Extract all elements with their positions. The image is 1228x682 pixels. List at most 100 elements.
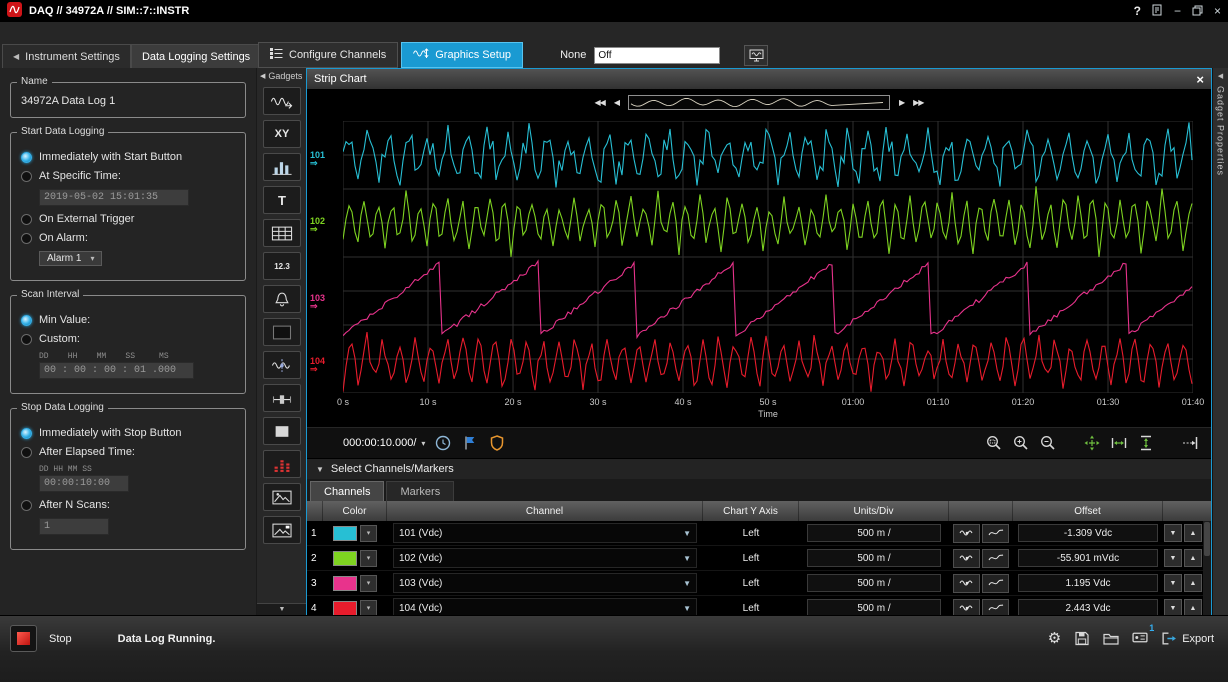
help-icon[interactable]: ? [1134,5,1141,17]
offset-down-button[interactable]: ▼ [1164,574,1182,592]
gadget-histogram-button[interactable] [263,153,301,181]
export-button[interactable]: Export [1161,631,1214,646]
table-scrollbar[interactable] [1203,521,1211,621]
step-forward-button[interactable]: ▶ [899,98,904,107]
offset-up-button[interactable]: ▲ [1184,574,1202,592]
strip-chart-header[interactable]: Strip Chart × [307,69,1211,89]
zoom-out-icon[interactable] [1039,434,1057,452]
color-swatch[interactable] [333,576,357,591]
strip-chart-canvas[interactable] [343,121,1193,393]
interpolation-button[interactable] [982,524,1009,543]
line-markers-button[interactable] [953,524,980,543]
units-per-div-input[interactable]: 500 m / [807,574,941,592]
zoom-region-icon[interactable] [985,434,1003,452]
gadget-xy-chart-button[interactable]: XY [263,120,301,148]
gadget-indicator-button[interactable] [263,417,301,445]
radio-button[interactable] [21,152,32,163]
offset-input[interactable]: -1.309 Vdc [1018,524,1158,542]
channel-select[interactable]: 103 (Vdc)▼ [393,573,697,593]
start-time-input[interactable] [39,189,189,206]
radio-button[interactable] [21,214,32,225]
color-dropdown-button[interactable]: ▾ [360,525,377,542]
marker-flag-icon[interactable] [461,434,479,452]
color-dropdown-button[interactable]: ▾ [360,600,377,617]
color-swatch[interactable] [333,551,357,566]
interpolation-button[interactable] [982,574,1009,593]
gadget-strip-chart-button[interactable] [263,87,301,115]
line-markers-button[interactable] [953,549,980,568]
offset-up-button[interactable]: ▲ [1184,524,1202,542]
history-preview-slider[interactable] [628,95,890,110]
configure-channels-button[interactable]: Configure Channels [258,42,398,68]
alarm-select[interactable]: Alarm 1 ▾ [39,251,102,266]
offset-input[interactable]: 1.195 Vdc [1018,574,1158,592]
limits-shield-icon[interactable] [488,434,506,452]
channel-select[interactable]: 101 (Vdc)▼ [393,523,697,543]
fast-forward-button[interactable]: ▶▶ [913,98,923,107]
tab-instrument-settings[interactable]: ◀ Instrument Settings [2,44,131,68]
monitor-value-input[interactable] [594,47,720,64]
tab-data-logging-settings[interactable]: Data Logging Settings [131,44,261,68]
channel-marker-103[interactable]: 103⇒ [310,294,325,310]
gadget-annotated-image-button[interactable] [263,516,301,544]
gadget-blank-panel-button[interactable] [263,318,301,346]
gadget-text-button[interactable]: T [263,186,301,214]
time-reference-icon[interactable] [434,434,452,452]
color-dropdown-button[interactable]: ▾ [360,550,377,567]
radio-start-immediately[interactable]: Immediately with Start Button [21,151,235,163]
offset-down-button[interactable]: ▼ [1164,524,1182,542]
strip-chart-plot-area[interactable]: 101⇒102⇒103⇒104⇒ 0 s10 s20 s30 s40 s50 s… [307,115,1211,427]
close-gadget-icon[interactable]: × [1196,72,1204,87]
scrollbar-thumb[interactable] [1204,522,1210,556]
elapsed-time-input[interactable] [39,475,129,492]
autoscale-icon[interactable] [1083,434,1101,452]
gadget-waveform-marker-button[interactable] [263,351,301,379]
stop-button[interactable] [10,625,37,652]
zoom-in-icon[interactable] [1012,434,1030,452]
tab-markers[interactable]: Markers [386,481,454,501]
channel-select[interactable]: 102 (Vdc)▼ [393,548,697,568]
radio-button[interactable] [21,428,32,439]
n-scans-input[interactable] [39,518,109,535]
step-back-button[interactable]: ◀ [614,98,619,107]
radio-scan-custom[interactable]: Custom: [21,333,235,345]
channel-marker-102[interactable]: 102⇒ [310,217,325,233]
radio-start-at-time[interactable]: At Specific Time: [21,170,235,182]
radio-stop-immediately[interactable]: Immediately with Stop Button [21,427,235,439]
channel-marker-104[interactable]: 104⇒ [310,357,325,373]
radio-button[interactable] [21,500,32,511]
radio-start-external-trigger[interactable]: On External Trigger [21,213,235,225]
units-per-div-input[interactable]: 500 m / [807,549,941,567]
offset-up-button[interactable]: ▲ [1184,549,1202,567]
save-icon[interactable] [1074,631,1090,646]
timebase-selector[interactable]: 000:00:10.000/ ▾ [343,437,425,449]
gadget-alarm-button[interactable] [263,285,301,313]
gadgets-header[interactable]: ◀ Gadgets [257,68,307,82]
restore-icon[interactable] [1192,5,1203,18]
gadget-properties-strip[interactable]: ◀ Gadget Properties [1212,68,1228,616]
radio-button[interactable] [21,171,32,182]
offset-down-button[interactable]: ▼ [1164,549,1182,567]
radio-button[interactable] [21,447,32,458]
gadget-table-button[interactable] [263,219,301,247]
gadget-image-button[interactable] [263,483,301,511]
scan-interval-input[interactable] [39,362,194,379]
close-icon[interactable]: × [1214,5,1221,17]
report-icon[interactable] [1152,4,1163,18]
channel-marker-101[interactable]: 101⇒ [310,151,325,167]
offset-input[interactable]: -55.901 mVdc [1018,549,1158,567]
instrument-status-icon[interactable]: 1 [1132,630,1148,648]
fit-vertical-icon[interactable] [1137,434,1155,452]
measure-cursor-icon[interactable] [1181,434,1199,452]
color-swatch[interactable] [333,601,357,616]
radio-button[interactable] [21,334,32,345]
open-folder-icon[interactable] [1103,631,1119,646]
color-dropdown-button[interactable]: ▾ [360,575,377,592]
rewind-button[interactable]: ◀◀ [595,98,605,107]
tab-channels[interactable]: Channels [310,481,384,501]
radio-stop-elapsed-time[interactable]: After Elapsed Time: [21,446,235,458]
radio-start-on-alarm[interactable]: On Alarm: [21,232,235,244]
radio-button[interactable] [21,315,32,326]
radio-button[interactable] [21,233,32,244]
gadget-digital-display-button[interactable]: 12.3 [263,252,301,280]
